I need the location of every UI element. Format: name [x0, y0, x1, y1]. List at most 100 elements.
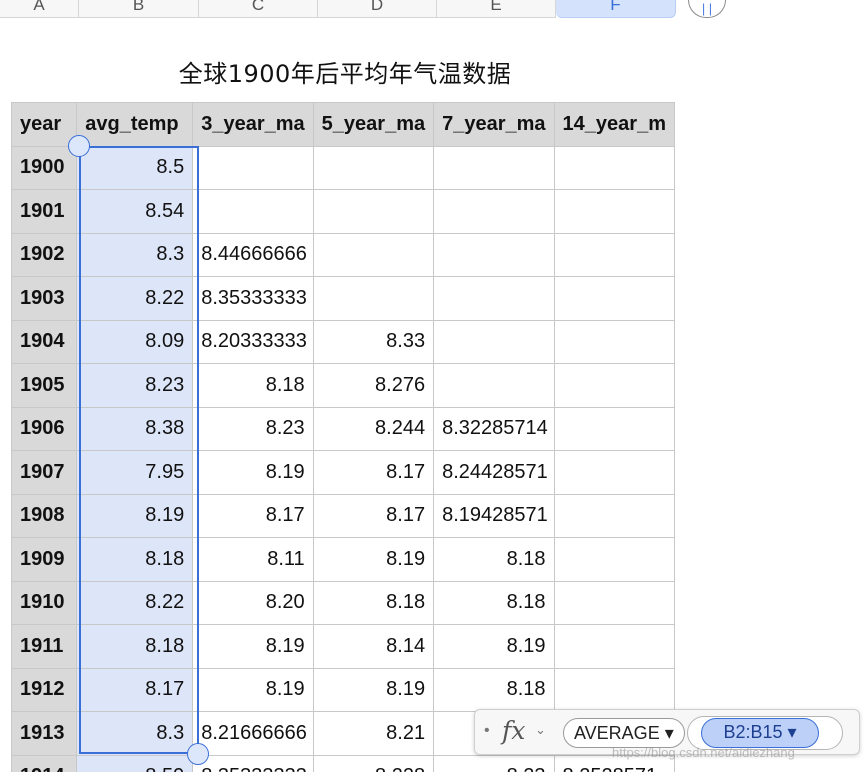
value-cell[interactable]: 8.19: [192, 624, 314, 669]
year-cell[interactable]: 1911: [11, 624, 78, 669]
value-cell[interactable]: 8.19: [312, 667, 435, 712]
value-cell[interactable]: 8.22: [76, 580, 194, 625]
value-cell[interactable]: 8.18: [76, 624, 194, 669]
year-cell[interactable]: 1905: [11, 363, 78, 408]
year-cell[interactable]: 1913: [11, 711, 78, 756]
value-cell[interactable]: 8.18: [433, 537, 555, 582]
value-cell[interactable]: 8.19428571: [433, 493, 555, 538]
value-cell[interactable]: 8.24428571: [433, 450, 555, 495]
value-cell[interactable]: [553, 319, 675, 364]
value-cell[interactable]: 8.17: [76, 667, 194, 712]
value-cell[interactable]: [553, 537, 675, 582]
value-cell[interactable]: 8.23: [76, 363, 194, 408]
value-cell[interactable]: [433, 276, 555, 321]
year-cell[interactable]: 1908: [11, 493, 78, 538]
value-cell[interactable]: 8.276: [312, 363, 435, 408]
year-cell[interactable]: 1910: [11, 580, 78, 625]
value-cell[interactable]: 8.44666666: [192, 232, 314, 277]
range-token[interactable]: B2:B15 ▾: [701, 718, 819, 748]
header-year[interactable]: year: [11, 102, 78, 147]
value-cell[interactable]: 8.20: [192, 580, 314, 625]
header-5-year-ma[interactable]: 5_year_ma: [312, 102, 435, 147]
value-cell[interactable]: [553, 450, 675, 495]
value-cell[interactable]: 8.228: [312, 754, 435, 772]
value-cell[interactable]: [312, 189, 435, 234]
value-cell[interactable]: 8.19: [192, 667, 314, 712]
value-cell[interactable]: 8.14: [312, 624, 435, 669]
value-cell[interactable]: 8.11: [192, 537, 314, 582]
column-letter-f[interactable]: F: [556, 0, 676, 18]
value-cell[interactable]: 8.18: [76, 537, 194, 582]
drag-dot-icon[interactable]: •: [484, 722, 490, 740]
column-letter-d[interactable]: D: [318, 0, 437, 18]
year-cell[interactable]: 1909: [11, 537, 78, 582]
value-cell[interactable]: [553, 276, 675, 321]
value-cell[interactable]: 8.20333333: [192, 319, 314, 364]
function-token[interactable]: AVERAGE ▾: [563, 718, 685, 748]
value-cell[interactable]: 8.5: [76, 145, 194, 190]
value-cell[interactable]: 8.17: [312, 450, 435, 495]
value-cell[interactable]: 8.22: [76, 276, 194, 321]
value-cell[interactable]: [312, 145, 435, 190]
value-cell[interactable]: 8.18: [312, 580, 435, 625]
value-cell[interactable]: 8.23: [192, 406, 314, 451]
value-cell[interactable]: 8.32285714: [433, 406, 555, 451]
value-cell[interactable]: [312, 276, 435, 321]
year-cell[interactable]: 1903: [11, 276, 78, 321]
selection-handle-top[interactable]: [68, 135, 90, 157]
header-7-year-ma[interactable]: 7_year_ma: [433, 102, 555, 147]
value-cell[interactable]: 8.19: [76, 493, 194, 538]
value-cell[interactable]: [553, 667, 675, 712]
value-cell[interactable]: [312, 232, 435, 277]
value-cell[interactable]: 8.17: [312, 493, 435, 538]
value-cell[interactable]: [553, 232, 675, 277]
year-cell[interactable]: 1912: [11, 667, 78, 712]
value-cell[interactable]: [433, 232, 555, 277]
year-cell[interactable]: 1902: [11, 232, 78, 277]
value-cell[interactable]: [433, 319, 555, 364]
value-cell[interactable]: [553, 145, 675, 190]
value-cell[interactable]: 8.18: [433, 667, 555, 712]
column-letter-e[interactable]: E: [437, 0, 556, 18]
value-cell[interactable]: [553, 580, 675, 625]
year-cell[interactable]: 1901: [11, 189, 78, 234]
value-cell[interactable]: [553, 624, 675, 669]
chevron-down-icon[interactable]: ⌄: [535, 722, 546, 738]
value-cell[interactable]: 8.3: [76, 711, 194, 756]
value-cell[interactable]: 8.3: [76, 232, 194, 277]
column-letter-b[interactable]: B: [79, 0, 199, 18]
value-cell[interactable]: [553, 363, 675, 408]
value-cell[interactable]: 8.18: [433, 580, 555, 625]
value-cell[interactable]: 8.59: [76, 754, 194, 772]
value-cell[interactable]: 8.18: [192, 363, 314, 408]
value-cell[interactable]: 8.19: [433, 624, 555, 669]
value-cell[interactable]: 8.38: [76, 406, 194, 451]
value-cell[interactable]: 8.35333333: [192, 754, 314, 772]
value-cell[interactable]: 7.95: [76, 450, 194, 495]
header-avg-temp[interactable]: avg_temp: [76, 102, 194, 147]
fx-icon[interactable]: fx: [502, 716, 525, 745]
value-cell[interactable]: 8.21666666: [192, 711, 314, 756]
year-cell[interactable]: 1906: [11, 406, 78, 451]
value-cell[interactable]: [553, 189, 675, 234]
value-cell[interactable]: 8.17: [192, 493, 314, 538]
value-cell[interactable]: 8.09: [76, 319, 194, 364]
value-cell[interactable]: [192, 145, 314, 190]
value-cell[interactable]: 8.244: [312, 406, 435, 451]
value-cell[interactable]: [433, 363, 555, 408]
value-cell[interactable]: [553, 406, 675, 451]
value-cell[interactable]: 8.33: [312, 319, 435, 364]
column-letter-a[interactable]: A: [0, 0, 79, 18]
value-cell[interactable]: [433, 145, 555, 190]
value-cell[interactable]: 8.23: [433, 754, 555, 772]
value-cell[interactable]: [553, 493, 675, 538]
value-cell[interactable]: 8.35333333: [192, 276, 314, 321]
value-cell[interactable]: 8.19: [312, 537, 435, 582]
year-cell[interactable]: 1904: [11, 319, 78, 364]
selection-handle-bottom[interactable]: [187, 743, 209, 765]
value-cell[interactable]: [433, 189, 555, 234]
column-letter-c[interactable]: C: [199, 0, 318, 18]
year-cell[interactable]: 1914: [11, 754, 78, 772]
value-cell[interactable]: 8.19: [192, 450, 314, 495]
value-cell[interactable]: 8.54: [76, 189, 194, 234]
